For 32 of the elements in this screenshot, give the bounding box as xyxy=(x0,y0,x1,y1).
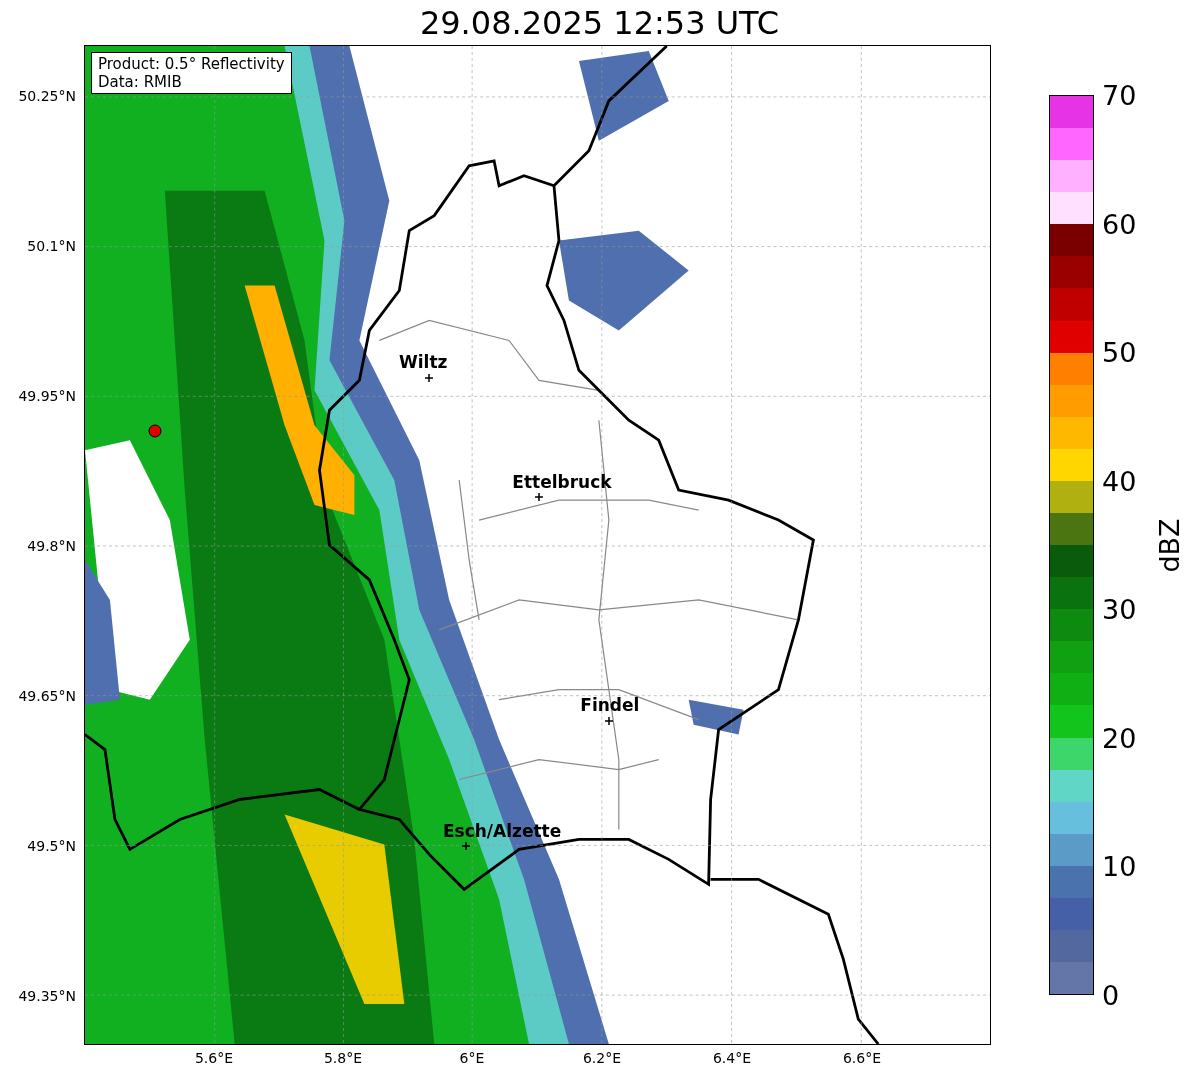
colorbar-label: dBZ xyxy=(1153,517,1184,573)
latitude-label: 49.65°N xyxy=(18,688,76,704)
longitude-label: 6°E xyxy=(459,1050,485,1066)
latitude-label: 49.5°N xyxy=(27,838,76,854)
colorbar-tick-label: 40 xyxy=(1102,467,1137,495)
colorbar-tick-label: 60 xyxy=(1102,210,1137,238)
colorbar-tick-label: 20 xyxy=(1102,724,1137,752)
longitude-label: 6.2°E xyxy=(582,1050,622,1066)
colorbar-tick-label: 30 xyxy=(1102,595,1137,623)
city-label: Findel xyxy=(580,694,640,715)
colorbar-tick-label: 10 xyxy=(1102,852,1137,880)
latitude-label: 50.25°N xyxy=(18,88,76,104)
latitude-label: 49.95°N xyxy=(18,388,76,404)
plus-marker-icon xyxy=(425,374,434,383)
plus-marker-icon xyxy=(462,842,471,851)
longitude-label: 5.6°E xyxy=(194,1050,234,1066)
longitude-label: 6.4°E xyxy=(712,1050,752,1066)
colorbar-tick-label: 70 xyxy=(1102,81,1137,109)
info-text: Product: 0.5° Reflectivity xyxy=(98,55,285,73)
plus-marker-icon xyxy=(535,493,543,502)
info-text: Data: RMIB xyxy=(98,73,183,91)
colorbar-tick-label: 50 xyxy=(1102,338,1137,366)
plus-marker-icon xyxy=(604,716,613,725)
latitude-label: 49.35°N xyxy=(18,988,76,1004)
city-label: Wiltz xyxy=(399,352,448,373)
chart-title: 29.08.2025 12:53 UTC xyxy=(419,6,780,39)
longitude-label: 6.6°E xyxy=(842,1050,882,1066)
colorbar-tick-label: 0 xyxy=(1102,981,1120,1009)
latitude-label: 49.8°N xyxy=(27,538,76,554)
latitude-label: 50.1°N xyxy=(27,238,76,254)
longitude-label: 5.8°E xyxy=(323,1050,363,1066)
city-label: Ettelbruck xyxy=(512,472,612,493)
